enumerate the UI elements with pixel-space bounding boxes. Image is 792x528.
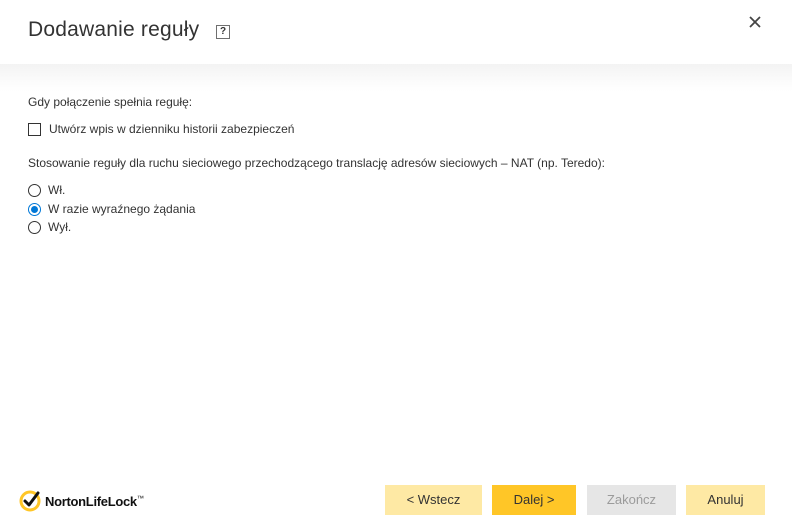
header-shadow <box>0 64 792 92</box>
logo-wordmark: NortonLifeLock™ <box>45 494 144 509</box>
next-button[interactable]: Dalej > <box>492 485 576 515</box>
logging-section-label: Gdy połączenie spełnia regułę: <box>28 95 193 109</box>
close-icon[interactable] <box>744 11 766 33</box>
logo-text: NortonLifeLock <box>45 493 137 509</box>
nat-radio-on[interactable] <box>28 183 41 197</box>
norton-check-icon <box>19 490 41 512</box>
cancel-button[interactable]: Anuluj <box>686 485 765 515</box>
dialog-header: Dodawanie reguły ? <box>0 0 792 64</box>
back-button[interactable]: < Wstecz <box>385 485 482 515</box>
log-entry-label: Utwórz wpis w dzienniku historii zabezpi… <box>49 122 295 136</box>
nat-option-explicit-label: W razie wyraźnego żądania <box>48 202 196 216</box>
log-entry-checkbox[interactable] <box>28 122 41 136</box>
dialog-title: Dodawanie reguły <box>28 18 200 41</box>
finish-button: Zakończ <box>587 485 676 515</box>
nat-option-on-label: Wł. <box>48 183 66 197</box>
norton-lifelock-logo: NortonLifeLock™ <box>18 488 144 514</box>
nat-option-off-label: Wył. <box>48 220 72 234</box>
nat-radio-explicit[interactable] <box>28 202 41 216</box>
log-entry-option[interactable]: Utwórz wpis w dzienniku historii zabezpi… <box>28 121 294 137</box>
nat-section-label: Stosowanie reguły dla ruchu sieciowego p… <box>28 156 605 170</box>
logo-trademark: ™ <box>136 495 144 503</box>
nat-option-on[interactable]: Wł. <box>28 182 65 198</box>
nat-option-explicit[interactable]: W razie wyraźnego żądania <box>28 201 195 217</box>
nat-option-off[interactable]: Wył. <box>28 219 71 235</box>
nat-radio-off[interactable] <box>28 220 41 234</box>
help-icon[interactable]: ? <box>216 25 230 39</box>
